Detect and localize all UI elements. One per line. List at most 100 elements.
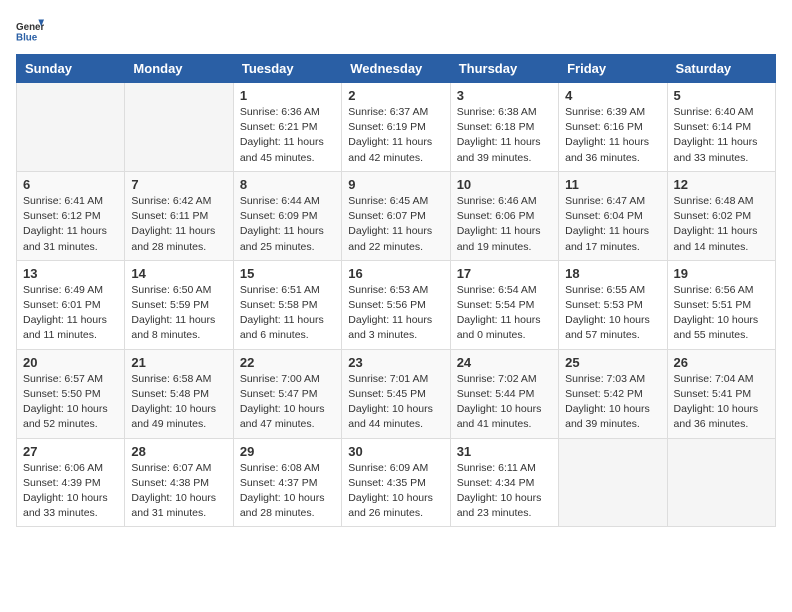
day-info: Sunrise: 6:44 AMSunset: 6:09 PMDaylight:… — [240, 194, 335, 255]
day-number: 26 — [674, 355, 769, 370]
day-number: 12 — [674, 177, 769, 192]
day-info: Sunrise: 6:08 AMSunset: 4:37 PMDaylight:… — [240, 461, 335, 522]
day-info: Sunrise: 6:54 AMSunset: 5:54 PMDaylight:… — [457, 283, 552, 344]
day-number: 24 — [457, 355, 552, 370]
day-number: 6 — [23, 177, 118, 192]
calendar-cell: 19Sunrise: 6:56 AMSunset: 5:51 PMDayligh… — [667, 260, 775, 349]
day-info: Sunrise: 6:40 AMSunset: 6:14 PMDaylight:… — [674, 105, 769, 166]
calendar-cell: 30Sunrise: 6:09 AMSunset: 4:35 PMDayligh… — [342, 438, 450, 527]
calendar-cell: 27 Sunrise: 6:06 AMSunset: 4:39 PMDayligh… — [17, 438, 125, 527]
day-number: 19 — [674, 266, 769, 281]
calendar-cell: 11 Sunrise: 6:47 AMSunset: 6:04 PMDayligh… — [559, 171, 667, 260]
calendar-cell: 16 Sunrise: 6:53 AMSunset: 5:56 PMDayligh… — [342, 260, 450, 349]
svg-text:General: General — [16, 22, 44, 33]
day-info: Sunrise: 7:03 AMSunset: 5:42 PMDaylight:… — [565, 372, 660, 433]
calendar-cell — [17, 83, 125, 172]
weekday-header-saturday: Saturday — [667, 55, 775, 83]
logo-icon: General Blue — [16, 16, 44, 44]
day-info: Sunrise: 6:09 AMSunset: 4:35 PMDaylight:… — [348, 461, 443, 522]
calendar-cell: 23 Sunrise: 7:01 AMSunset: 5:45 PMDayligh… — [342, 349, 450, 438]
day-info: Sunrise: 6:48 AMSunset: 6:02 PMDaylight:… — [674, 194, 769, 255]
day-info: Sunrise: 6:49 AMSunset: 6:01 PMDaylight:… — [23, 283, 118, 344]
calendar-cell: 26 Sunrise: 7:04 AMSunset: 5:41 PMDayligh… — [667, 349, 775, 438]
day-info: Sunrise: 6:38 AMSunset: 6:18 PMDaylight:… — [457, 105, 552, 166]
calendar-cell — [559, 438, 667, 527]
day-number: 10 — [457, 177, 552, 192]
calendar-cell: 13 Sunrise: 6:49 AMSunset: 6:01 PMDayligh… — [17, 260, 125, 349]
weekday-header-sunday: Sunday — [17, 55, 125, 83]
calendar-cell: 17 Sunrise: 6:54 AMSunset: 5:54 PMDayligh… — [450, 260, 558, 349]
weekday-header-thursday: Thursday — [450, 55, 558, 83]
day-info: Sunrise: 6:51 AMSunset: 5:58 PMDaylight:… — [240, 283, 335, 344]
calendar-week-row: 13 Sunrise: 6:49 AMSunset: 6:01 PMDayligh… — [17, 260, 776, 349]
calendar-cell: 21 Sunrise: 6:58 AMSunset: 5:48 PMDayligh… — [125, 349, 233, 438]
calendar-week-row: 1Sunrise: 6:36 AMSunset: 6:21 PMDaylight… — [17, 83, 776, 172]
day-info: Sunrise: 7:04 AMSunset: 5:41 PMDaylight:… — [674, 372, 769, 433]
calendar-cell: 24 Sunrise: 7:02 AMSunset: 5:44 PMDayligh… — [450, 349, 558, 438]
day-number: 27 — [23, 444, 118, 459]
calendar-cell: 8 Sunrise: 6:44 AMSunset: 6:09 PMDaylight… — [233, 171, 341, 260]
page-header: General Blue — [16, 16, 776, 44]
day-info: Sunrise: 6:55 AMSunset: 5:53 PMDaylight:… — [565, 283, 660, 344]
calendar-cell: 12 Sunrise: 6:48 AMSunset: 6:02 PMDayligh… — [667, 171, 775, 260]
calendar-cell: 20 Sunrise: 6:57 AMSunset: 5:50 PMDayligh… — [17, 349, 125, 438]
day-number: 17 — [457, 266, 552, 281]
day-info: Sunrise: 6:45 AMSunset: 6:07 PMDaylight:… — [348, 194, 443, 255]
weekday-header-row: SundayMondayTuesdayWednesdayThursdayFrid… — [17, 55, 776, 83]
calendar-cell: 5 Sunrise: 6:40 AMSunset: 6:14 PMDaylight… — [667, 83, 775, 172]
day-info: Sunrise: 6:53 AMSunset: 5:56 PMDaylight:… — [348, 283, 443, 344]
day-number: 4 — [565, 88, 660, 103]
day-number: 20 — [23, 355, 118, 370]
day-info: Sunrise: 7:00 AMSunset: 5:47 PMDaylight:… — [240, 372, 335, 433]
day-info: Sunrise: 6:06 AMSunset: 4:39 PMDaylight:… — [23, 461, 118, 522]
day-number: 13 — [23, 266, 118, 281]
day-info: Sunrise: 7:01 AMSunset: 5:45 PMDaylight:… — [348, 372, 443, 433]
calendar-cell: 9 Sunrise: 6:45 AMSunset: 6:07 PMDaylight… — [342, 171, 450, 260]
day-number: 22 — [240, 355, 335, 370]
day-number: 1 — [240, 88, 335, 103]
day-info: Sunrise: 6:46 AMSunset: 6:06 PMDaylight:… — [457, 194, 552, 255]
day-number: 9 — [348, 177, 443, 192]
day-info: Sunrise: 6:50 AMSunset: 5:59 PMDaylight:… — [131, 283, 226, 344]
calendar-cell — [125, 83, 233, 172]
day-number: 16 — [348, 266, 443, 281]
day-number: 21 — [131, 355, 226, 370]
calendar-cell: 6Sunrise: 6:41 AMSunset: 6:12 PMDaylight… — [17, 171, 125, 260]
day-info: Sunrise: 6:42 AMSunset: 6:11 PMDaylight:… — [131, 194, 226, 255]
calendar-cell: 10 Sunrise: 6:46 AMSunset: 6:06 PMDayligh… — [450, 171, 558, 260]
day-info: Sunrise: 6:11 AMSunset: 4:34 PMDaylight:… — [457, 461, 552, 522]
day-number: 8 — [240, 177, 335, 192]
day-number: 5 — [674, 88, 769, 103]
day-info: Sunrise: 6:37 AMSunset: 6:19 PMDaylight:… — [348, 105, 443, 166]
calendar-week-row: 27 Sunrise: 6:06 AMSunset: 4:39 PMDayligh… — [17, 438, 776, 527]
day-info: Sunrise: 6:58 AMSunset: 5:48 PMDaylight:… — [131, 372, 226, 433]
weekday-header-friday: Friday — [559, 55, 667, 83]
day-number: 23 — [348, 355, 443, 370]
day-info: Sunrise: 6:07 AMSunset: 4:38 PMDaylight:… — [131, 461, 226, 522]
logo: General Blue — [16, 16, 48, 44]
calendar-week-row: 6Sunrise: 6:41 AMSunset: 6:12 PMDaylight… — [17, 171, 776, 260]
day-info: Sunrise: 6:57 AMSunset: 5:50 PMDaylight:… — [23, 372, 118, 433]
day-number: 29 — [240, 444, 335, 459]
calendar-body: 1Sunrise: 6:36 AMSunset: 6:21 PMDaylight… — [17, 83, 776, 527]
calendar-header: SundayMondayTuesdayWednesdayThursdayFrid… — [17, 55, 776, 83]
weekday-header-tuesday: Tuesday — [233, 55, 341, 83]
weekday-header-monday: Monday — [125, 55, 233, 83]
calendar-cell: 28 Sunrise: 6:07 AMSunset: 4:38 PMDayligh… — [125, 438, 233, 527]
day-number: 15 — [240, 266, 335, 281]
calendar-week-row: 20 Sunrise: 6:57 AMSunset: 5:50 PMDayligh… — [17, 349, 776, 438]
day-number: 11 — [565, 177, 660, 192]
calendar-cell: 14 Sunrise: 6:50 AMSunset: 5:59 PMDayligh… — [125, 260, 233, 349]
calendar-cell: 31Sunrise: 6:11 AMSunset: 4:34 PMDayligh… — [450, 438, 558, 527]
day-info: Sunrise: 6:47 AMSunset: 6:04 PMDaylight:… — [565, 194, 660, 255]
day-number: 28 — [131, 444, 226, 459]
day-number: 14 — [131, 266, 226, 281]
calendar-cell: 1Sunrise: 6:36 AMSunset: 6:21 PMDaylight… — [233, 83, 341, 172]
day-info: Sunrise: 7:02 AMSunset: 5:44 PMDaylight:… — [457, 372, 552, 433]
calendar-cell: 29 Sunrise: 6:08 AMSunset: 4:37 PMDayligh… — [233, 438, 341, 527]
calendar-cell: 3Sunrise: 6:38 AMSunset: 6:18 PMDaylight… — [450, 83, 558, 172]
calendar-cell: 25Sunrise: 7:03 AMSunset: 5:42 PMDayligh… — [559, 349, 667, 438]
svg-text:Blue: Blue — [16, 33, 38, 44]
day-number: 18 — [565, 266, 660, 281]
day-number: 7 — [131, 177, 226, 192]
